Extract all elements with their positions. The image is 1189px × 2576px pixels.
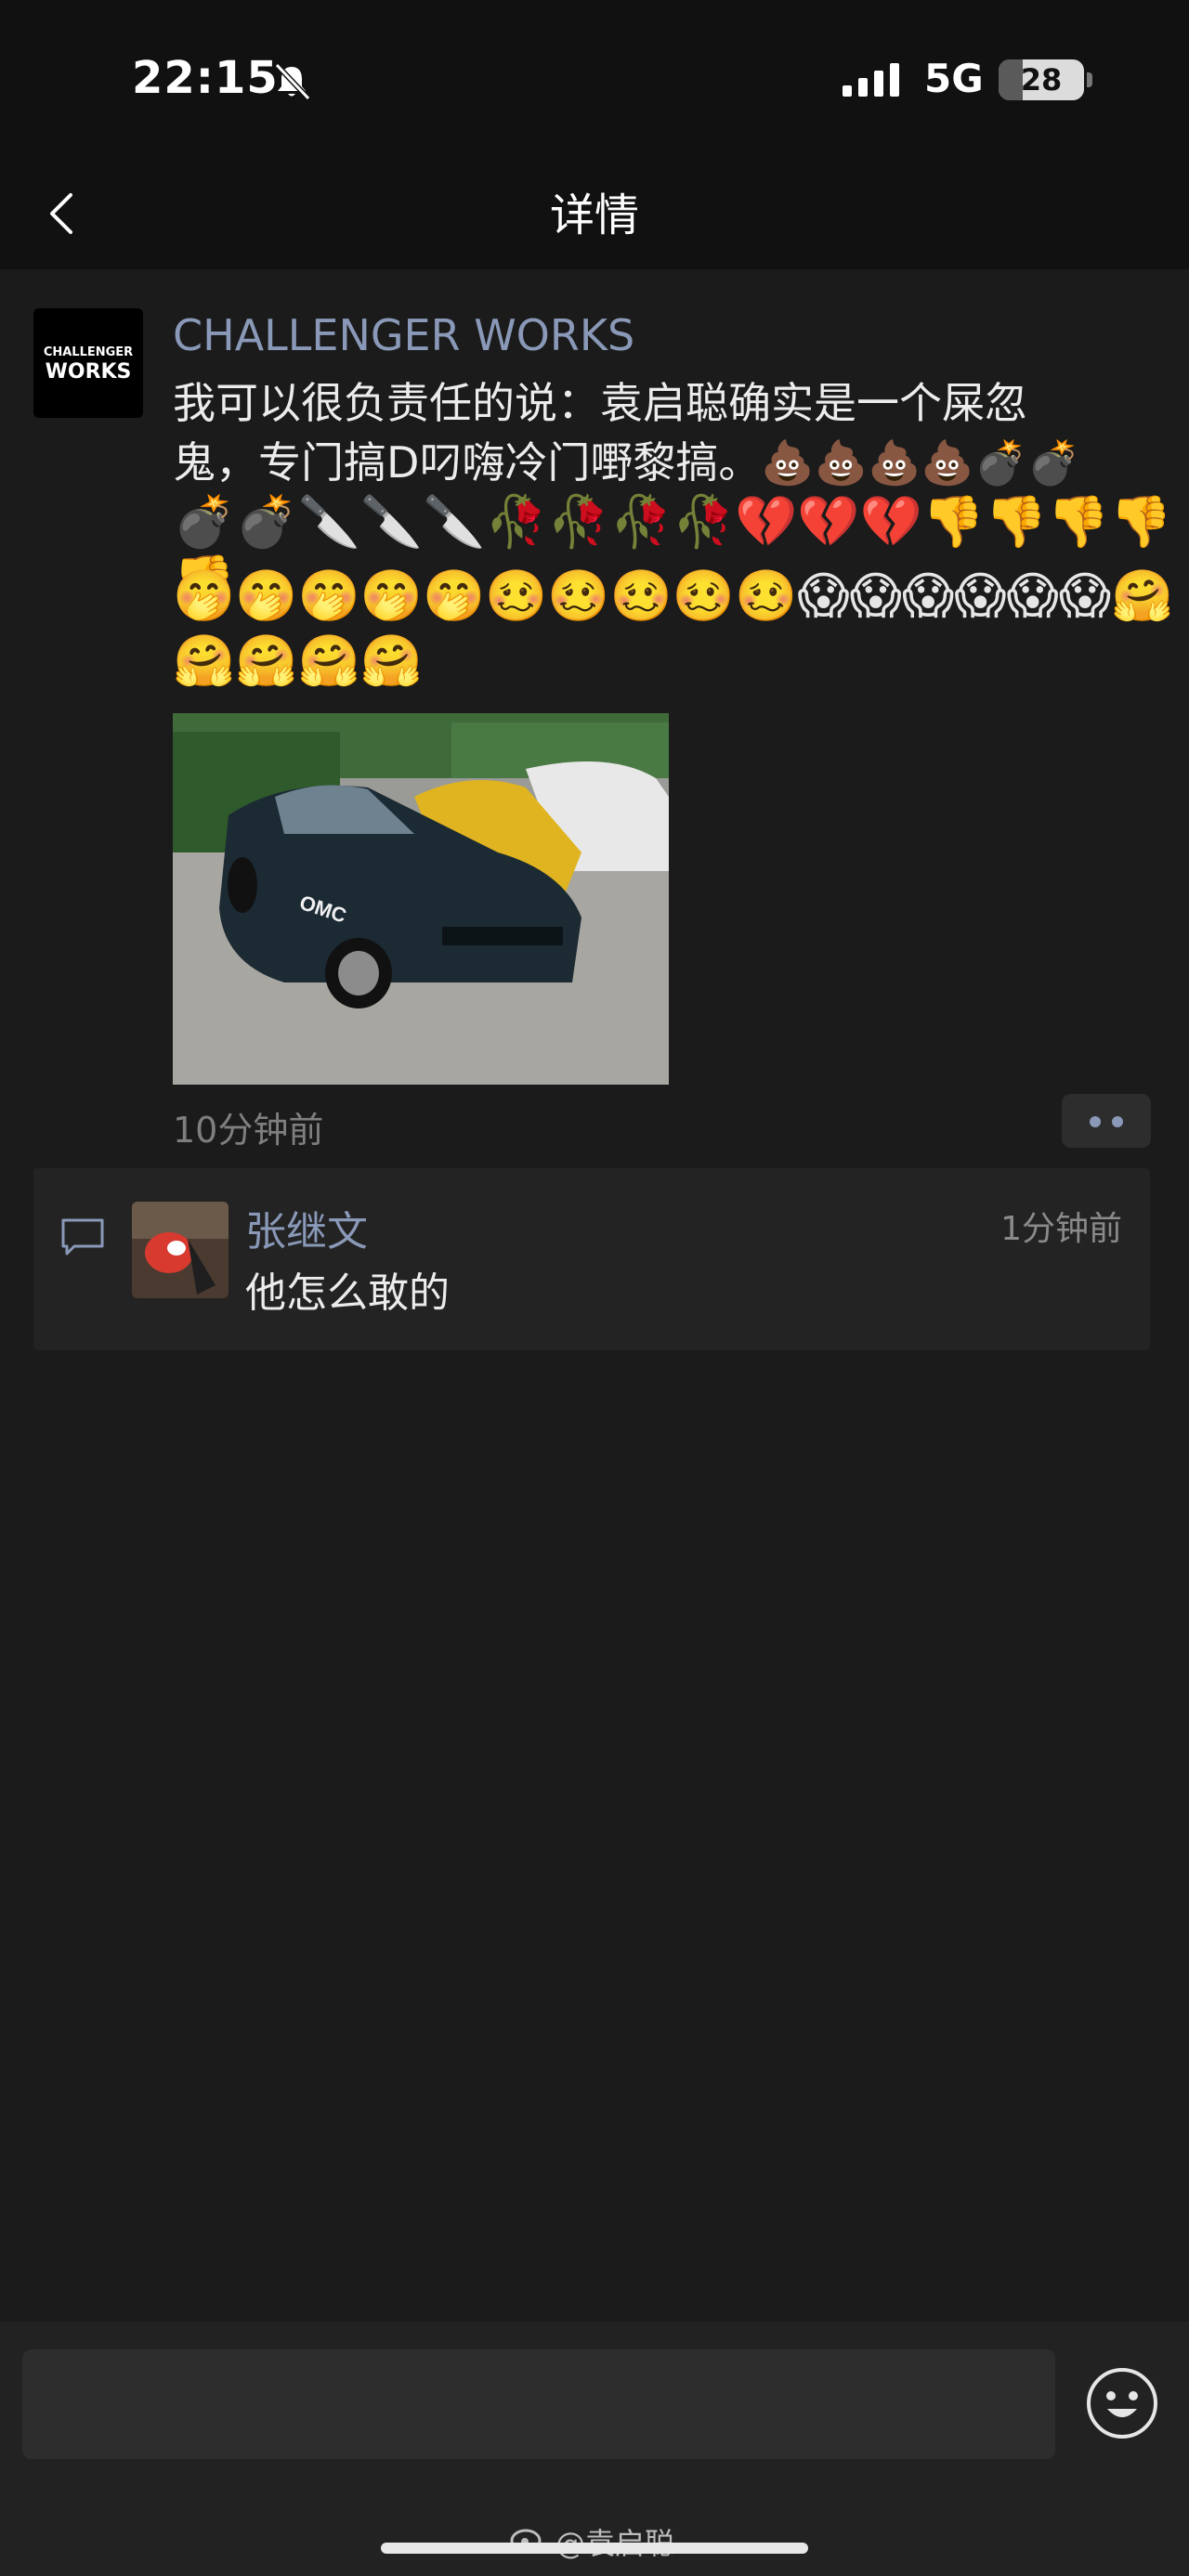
more-actions-button[interactable] [1062,1094,1151,1148]
emoji-row-2: 🤭🤭🤭🤭🤭🥴🥴🥴🥴🥴😱😱😱😱😱😱🤗 [173,566,1174,625]
moment-post: CHALLENGER WORKS CHALLENGER WORKS 我可以很负责… [0,269,1189,2322]
battery-level: 28 [1020,62,1063,98]
dot-icon [1090,1116,1101,1127]
comment-bubble-icon [61,1218,104,1255]
avatar-logo-bottom: WORKS [45,360,132,384]
comment-input[interactable] [22,2349,1055,2459]
network-type: 5G [924,56,984,101]
emoji-row-3: 🤗🤗🤗🤗 [173,631,423,690]
status-bar: 22:15 5G 28 [0,0,1189,158]
author-avatar[interactable]: CHALLENGER WORKS [33,308,143,418]
status-time: 22:15 [132,52,279,104]
smiley-icon[interactable] [1085,2366,1159,2440]
comment-time: 1分钟前 [1000,1210,1122,1248]
avatar-logo-top: CHALLENGER [43,345,134,359]
comment-text: 他怎么敢的 [245,1269,450,1317]
bell-muted-icon [274,62,311,101]
nav-bar: 详情 [0,158,1189,269]
comment-input-bar: @袁启聪 [0,2322,1189,2576]
author-name[interactable]: CHALLENGER WORKS [173,310,634,360]
home-indicator[interactable] [381,2543,808,2554]
battery-icon: 28 [999,59,1084,100]
page-title: 详情 [549,189,639,241]
post-photo[interactable]: OMC [173,713,669,1085]
screen: 22:15 5G 28 详情 CHALLENGER WORKS CHALLENG… [0,0,1189,2576]
signal-icon [843,63,899,97]
post-text: 我可以很负责任的说：袁启聪确实是一个屎忽 鬼，专门搞D叼嗨冷门嘢黎搞。💩💩💩💩💣… [173,373,1157,492]
car-photo-image: OMC [173,713,669,1085]
commenter-avatar[interactable] [132,1202,229,1298]
dot-icon [1112,1116,1123,1127]
post-text-line-2: 鬼，专门搞D叼嗨冷门嘢黎搞。💩💩💩💩💣💣 [173,437,1081,488]
watermark-text: @袁启聪 [555,2520,674,2563]
post-timestamp: 10分钟前 [173,1110,324,1151]
comments-section: 张继文 1分钟前 他怎么敢的 [33,1168,1150,1350]
commenter-name[interactable]: 张继文 [245,1198,368,1257]
battery-tip [1087,72,1092,87]
post-text-line-1: 我可以很负责任的说：袁启聪确实是一个屎忽 [173,378,1027,428]
